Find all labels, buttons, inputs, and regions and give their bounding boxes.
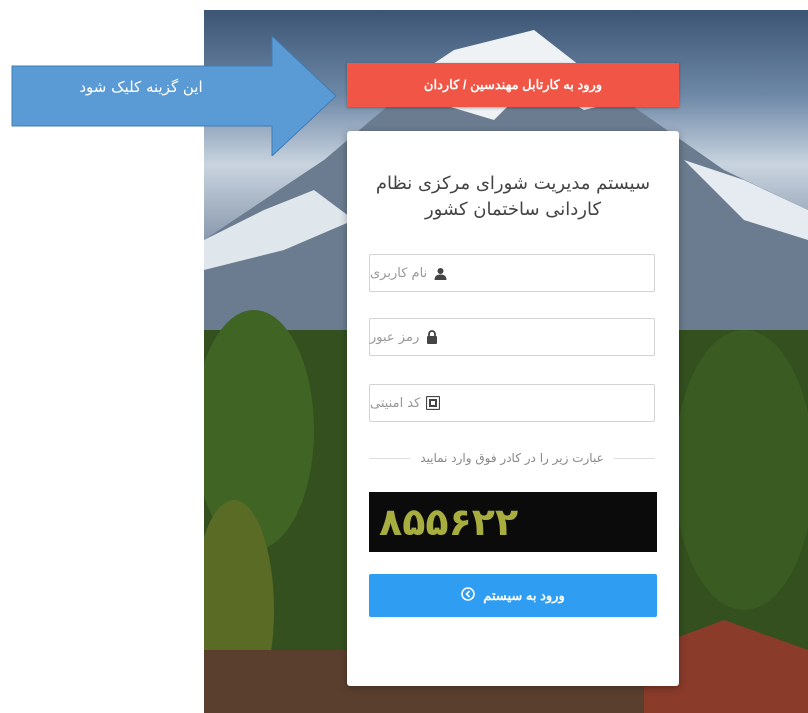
lock-icon [425, 330, 439, 344]
login-card: سیستم مدیریت شورای مرکزی نظام کاردانی سا… [347, 131, 679, 686]
chevron-circle-left-icon [461, 587, 476, 604]
submit-label: ورود به سیستم [483, 587, 565, 603]
user-icon [433, 266, 447, 280]
annotation-arrow [11, 36, 337, 156]
username-field[interactable]: نام کاربری [369, 254, 655, 292]
divider-line [613, 457, 655, 459]
password-field[interactable]: رمز عبور [369, 318, 655, 356]
captcha-instruction-divider: عبارت زیر را در کادر فوق وارد نمایید [369, 451, 655, 465]
captcha-code: ۸۵۵۶۲۲ [379, 500, 519, 544]
security-code-icon [426, 396, 441, 410]
engineers-login-button[interactable]: ورود به کارتابل مهندسین / کاردان [347, 63, 679, 107]
annotation-text: این گزینه کلیک شود [79, 78, 203, 96]
title-line-2: کاردانی ساختمان کشور [424, 199, 602, 220]
login-submit-button[interactable]: ورود به سیستم [369, 574, 657, 617]
username-placeholder: نام کاربری [370, 265, 428, 281]
security-code-placeholder: کد امنیتی [370, 395, 421, 411]
divider-line [369, 457, 411, 459]
password-placeholder: رمز عبور [370, 329, 420, 345]
captcha-image: ۸۵۵۶۲۲ [369, 492, 657, 552]
security-code-field[interactable]: کد امنیتی [369, 384, 655, 422]
captcha-instruction: عبارت زیر را در کادر فوق وارد نمایید [420, 451, 604, 465]
title-line-1: سیستم مدیریت شورای مرکزی نظام [375, 173, 651, 194]
page-title: سیستم مدیریت شورای مرکزی نظام کاردانی سا… [367, 171, 659, 223]
